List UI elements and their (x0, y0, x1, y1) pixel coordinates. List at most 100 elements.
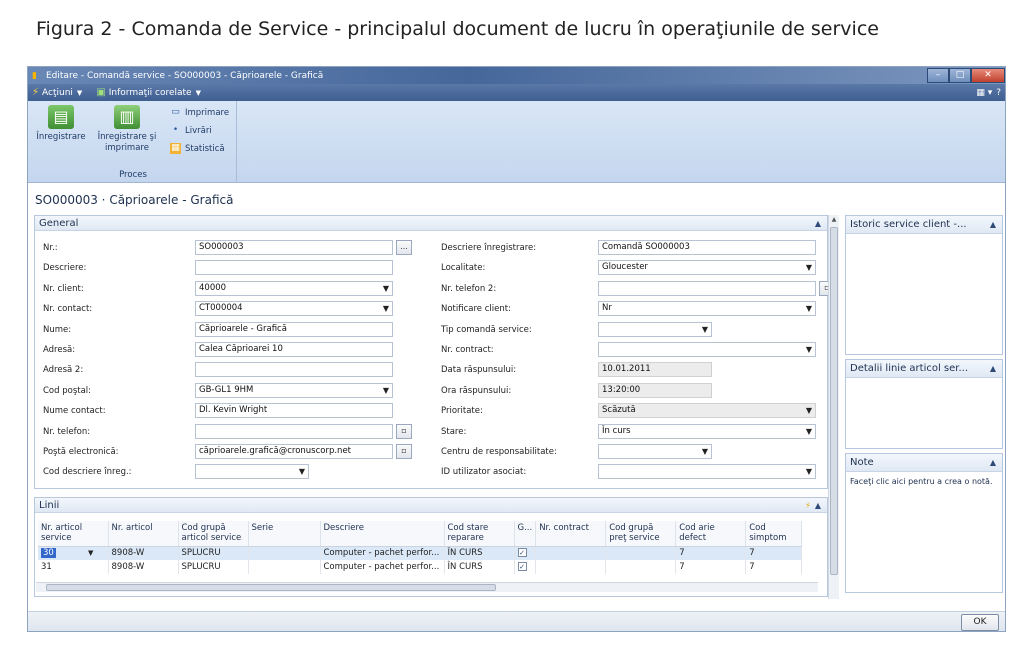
chevron-down-icon[interactable]: ▼ (806, 302, 812, 315)
factbox-row[interactable] (852, 271, 996, 283)
chevron-down-icon[interactable]: ▼ (299, 465, 305, 478)
table-row[interactable]: 31 8908-W SPLUCRU Computer - pachet perfor.… (38, 560, 803, 574)
table-cell[interactable]: 31 (38, 560, 109, 574)
actions-menu[interactable]: ⚡ Acţiuni ▼ (32, 87, 82, 98)
id-utilizator-asociat-field[interactable]: ▼ (598, 464, 816, 480)
close-button[interactable]: ✕ (971, 68, 1005, 83)
factbox-row[interactable] (852, 240, 996, 252)
table-cell[interactable]: ÎN CURS (444, 546, 515, 560)
print-button[interactable]: ▭ Imprimare (170, 107, 229, 118)
maximize-button[interactable]: □ (949, 68, 971, 83)
line-details-header[interactable]: Detalii linie articol ser... ▲ (846, 360, 1002, 378)
cod-postal-field[interactable]: GB-GL1 9HM ▼ (195, 382, 393, 398)
column-header[interactable]: Cod arie defect (675, 521, 747, 547)
column-header[interactable]: Cod simptom (745, 521, 803, 547)
posta-electronica-field[interactable]: căprioarele.grafică@cronuscorp.net (195, 444, 393, 459)
table-cell[interactable]: ✓ (514, 546, 537, 560)
nume-contact-field[interactable]: Dl. Kevin Wright (195, 403, 393, 419)
prioritate-field[interactable]: Scăzută ▼ (598, 403, 816, 419)
column-header[interactable]: Cod grupă articol service (178, 521, 249, 547)
table-cell[interactable]: 30 ▼ (38, 546, 109, 560)
table-cell[interactable] (605, 546, 677, 560)
table-cell[interactable]: ✓ (514, 560, 537, 574)
table-cell[interactable]: SPLUCRU (178, 546, 249, 560)
notes-header[interactable]: Note ▲ (846, 454, 1002, 472)
layout-icon[interactable]: ▦ ▾ (976, 88, 992, 98)
nr-contract-field[interactable]: ▼ (598, 342, 816, 357)
factbox-row[interactable] (852, 333, 996, 345)
register-button[interactable]: ▤ Înregistrare (34, 105, 88, 143)
localitate-field[interactable]: Gloucester ▼ (598, 260, 816, 276)
collapse-icon[interactable]: ▲ (990, 458, 996, 467)
table-cell[interactable] (535, 546, 607, 560)
main-scrollbar[interactable]: ▲ (828, 215, 839, 599)
lookup-button[interactable]: ... (396, 240, 412, 255)
cod-descriere-inreg-field[interactable]: ▼ (195, 464, 309, 480)
table-cell[interactable] (605, 560, 677, 574)
table-row[interactable]: 30 ▼ 8908-W SPLUCRU Computer - pachet perfo… (38, 546, 803, 560)
table-cell[interactable]: SPLUCRU (178, 560, 249, 574)
column-header[interactable]: Serie (248, 521, 321, 547)
action-icon[interactable]: ▫ (396, 423, 412, 439)
nr-client-field[interactable]: 40000 ▼ (195, 280, 393, 296)
data-raspunsului-field[interactable]: 10.01.2011 (598, 362, 712, 378)
nume-field[interactable]: Căprioarele - Grafică (195, 321, 393, 337)
scroll-thumb[interactable] (830, 227, 838, 575)
column-header[interactable]: G... (514, 521, 537, 547)
table-cell[interactable]: 8908-W (108, 546, 179, 560)
chevron-down-icon[interactable]: ▼ (806, 404, 812, 417)
adresa-field[interactable]: Calea Căprioarei 10 (195, 342, 393, 357)
column-header[interactable]: Cod stare reparare (444, 521, 515, 547)
table-cell[interactable] (248, 560, 321, 574)
chevron-down-icon[interactable]: ▼ (383, 384, 389, 397)
chevron-down-icon[interactable]: ▼ (806, 425, 812, 438)
factbox-row[interactable] (852, 302, 996, 314)
chevron-down-icon[interactable]: ▼ (383, 302, 389, 315)
factbox-row[interactable] (852, 431, 996, 443)
collapse-icon[interactable]: ▲ (815, 219, 821, 228)
table-cell[interactable]: 8908-W (108, 560, 179, 574)
factbox-row[interactable] (852, 384, 996, 396)
table-cell[interactable] (248, 546, 321, 560)
collapse-icon[interactable]: ▲ (990, 220, 996, 229)
factbox-row[interactable] (852, 400, 996, 412)
statistics-button[interactable]: ▦ Statistică (170, 143, 225, 154)
action-icon[interactable]: ▫ (396, 444, 412, 459)
chevron-down-icon[interactable]: ▼ (806, 465, 812, 478)
column-header[interactable]: Nr. articol (108, 521, 179, 547)
lightning-icon[interactable]: ⚡ (805, 501, 811, 510)
table-cell[interactable]: Computer - pachet perfor... (320, 546, 445, 560)
column-header[interactable]: Nr. articol service (38, 521, 109, 547)
notificare-client-field[interactable]: Nr ▼ (598, 301, 816, 317)
create-note-link[interactable]: Faceţi clic aici pentru a crea o notă. (846, 472, 1002, 491)
column-header[interactable]: Nr. contract (535, 521, 607, 547)
scroll-up-icon[interactable]: ▲ (829, 215, 839, 225)
table-cell[interactable]: 7 (675, 560, 747, 574)
table-cell[interactable]: Computer - pachet perfor... (320, 560, 445, 574)
table-cell[interactable] (535, 560, 607, 574)
centru-de-responsabilitate-field[interactable]: ▼ (598, 444, 712, 459)
lines-hscrollbar[interactable] (36, 582, 818, 592)
table-cell[interactable]: 7 (675, 546, 747, 560)
factbox-row[interactable] (852, 287, 996, 299)
stare-field[interactable]: În curs ▼ (598, 423, 816, 439)
general-header[interactable]: General ▲ (35, 216, 827, 231)
register-print-button[interactable]: ▥ Înregistrare şi imprimare (92, 105, 162, 154)
customer-history-header[interactable]: Istoric service client -... ▲ (846, 216, 1002, 234)
checkbox[interactable]: ✓ (517, 548, 527, 558)
chevron-down-icon[interactable]: ▼ (383, 282, 389, 295)
lines-header[interactable]: Linii ⚡ ▲ (35, 498, 827, 513)
collapse-icon[interactable]: ▲ (990, 364, 996, 373)
related-info-menu[interactable]: ▣ Informaţii corelate ▼ (96, 87, 201, 98)
ora-raspunsului-field[interactable]: 13:20:00 (598, 382, 712, 398)
descriere-inregistrare-field[interactable]: Comandă SO000003 (598, 240, 816, 255)
chevron-down-icon[interactable]: ▼ (806, 343, 812, 356)
table-cell[interactable]: ÎN CURS (444, 560, 515, 574)
column-header[interactable]: Descriere (320, 521, 445, 547)
descriere-field[interactable] (195, 260, 393, 276)
chevron-down-icon[interactable]: ▼ (702, 445, 708, 458)
checkbox[interactable]: ✓ (517, 562, 527, 571)
column-header[interactable]: Cod grupă preţ service (605, 521, 677, 547)
nr-telefon-field[interactable] (195, 423, 393, 439)
factbox-row[interactable] (852, 256, 996, 268)
